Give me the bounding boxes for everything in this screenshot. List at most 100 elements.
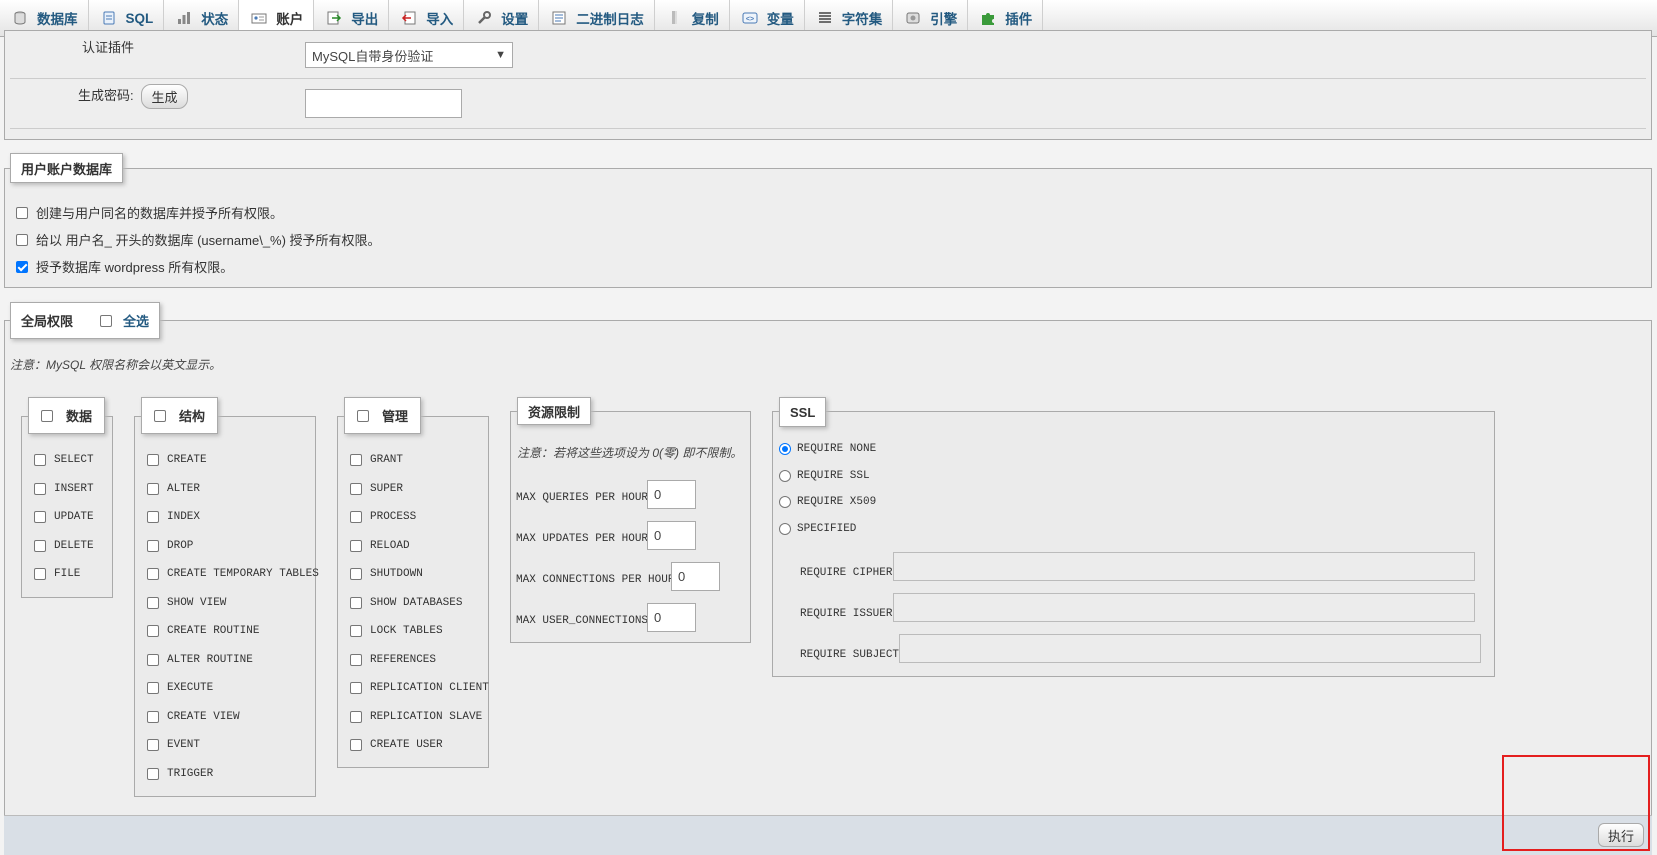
privilege-item-checkbox[interactable] xyxy=(147,682,159,694)
privilege-item[interactable]: GRANT xyxy=(350,454,403,466)
privilege-item-checkbox[interactable] xyxy=(147,596,159,609)
privilege-item-checkbox[interactable] xyxy=(34,539,46,552)
privilege-item-checkbox[interactable] xyxy=(147,511,159,523)
privilege-item[interactable]: TRIGGER xyxy=(147,767,213,780)
privilege-item[interactable]: DELETE xyxy=(34,539,94,552)
privilege-item[interactable]: CREATE TEMPORARY TABLES xyxy=(147,568,319,580)
privilege-item[interactable]: PROCESS xyxy=(350,511,416,523)
privilege-item-label: LOCK TABLES xyxy=(370,625,443,637)
limit-input[interactable]: 0 xyxy=(671,562,720,591)
privilege-item-checkbox[interactable] xyxy=(34,454,46,466)
user-db-option-checkbox[interactable] xyxy=(16,206,28,219)
privilege-item[interactable]: SELECT xyxy=(34,454,94,466)
user-db-option[interactable]: 创建与用户同名的数据库并授予所有权限。 xyxy=(16,203,283,222)
ssl-option[interactable]: REQUIRE X509 xyxy=(779,496,876,508)
admin-select-all-checkbox[interactable] xyxy=(357,409,369,422)
privilege-item-checkbox[interactable] xyxy=(350,511,362,523)
ssl-field-input[interactable] xyxy=(893,593,1475,622)
privilege-item-checkbox[interactable] xyxy=(147,539,159,552)
privilege-item-checkbox[interactable] xyxy=(34,568,46,580)
privilege-item[interactable]: CREATE VIEW xyxy=(147,710,240,723)
privilege-item-checkbox[interactable] xyxy=(34,482,46,495)
privilege-item[interactable]: CREATE xyxy=(147,454,207,466)
privilege-item-checkbox[interactable] xyxy=(350,710,362,723)
privilege-item-checkbox[interactable] xyxy=(350,539,362,552)
privilege-item[interactable]: LOCK TABLES xyxy=(350,625,443,637)
select-all-checkbox[interactable] xyxy=(100,314,113,327)
privilege-item-label: EXECUTE xyxy=(167,682,214,694)
privilege-item-checkbox[interactable] xyxy=(350,653,362,666)
privilege-item-checkbox[interactable] xyxy=(147,482,159,495)
ssl-option[interactable]: REQUIRE SSL xyxy=(779,469,870,482)
privilege-item-checkbox[interactable] xyxy=(34,511,46,523)
user-db-option[interactable]: 给以 用户名_ 开头的数据库 (username\_%) 授予所有权限。 xyxy=(16,230,381,249)
privilege-item-label: SHOW VIEW xyxy=(167,596,227,609)
privilege-item[interactable]: INDEX xyxy=(147,511,200,523)
privilege-item[interactable]: SUPER xyxy=(350,482,403,495)
privilege-item-checkbox[interactable] xyxy=(147,568,159,580)
privilege-item-checkbox[interactable] xyxy=(350,682,362,694)
chevron-down-icon: ▼ xyxy=(495,49,506,61)
limit-label: MAX USER_CONNECTIONS xyxy=(516,615,649,627)
ssl-field-input[interactable] xyxy=(893,552,1475,581)
data-select-all-checkbox[interactable] xyxy=(41,409,53,422)
divider xyxy=(10,128,1646,129)
privilege-item[interactable]: ALTER xyxy=(147,482,200,495)
privilege-item-label: SELECT xyxy=(54,454,94,466)
privilege-item-checkbox[interactable] xyxy=(350,739,362,751)
privilege-item[interactable]: ALTER ROUTINE xyxy=(147,653,253,666)
privilege-item[interactable]: REPLICATION SLAVE xyxy=(350,710,482,723)
privilege-item[interactable]: FILE xyxy=(34,568,80,580)
privilege-item[interactable]: REPLICATION CLIENT xyxy=(350,682,489,694)
privilege-item-checkbox[interactable] xyxy=(147,454,159,466)
privilege-item[interactable]: REFERENCES xyxy=(350,653,436,666)
privilege-item-checkbox[interactable] xyxy=(147,739,159,751)
limit-input[interactable]: 0 xyxy=(647,480,696,509)
privilege-item[interactable]: SHUTDOWN xyxy=(350,568,423,580)
privilege-item[interactable]: DROP xyxy=(147,539,193,552)
privilege-item[interactable]: SHOW DATABASES xyxy=(350,596,462,609)
structure-select-all-checkbox[interactable] xyxy=(154,409,166,422)
ssl-radio[interactable] xyxy=(779,522,791,535)
ssl-option[interactable]: SPECIFIED xyxy=(779,522,856,535)
privilege-item[interactable]: UPDATE xyxy=(34,511,94,523)
privilege-item-checkbox[interactable] xyxy=(350,454,362,466)
user-db-option-checkbox[interactable] xyxy=(16,233,28,246)
privilege-item[interactable]: INSERT xyxy=(34,482,94,495)
privilege-item-checkbox[interactable] xyxy=(350,482,362,495)
ssl-radio[interactable] xyxy=(779,443,791,455)
privilege-item[interactable]: EVENT xyxy=(147,739,200,751)
privilege-item-label: REPLICATION CLIENT xyxy=(370,682,489,694)
user-db-option-checkbox[interactable] xyxy=(16,260,28,273)
limit-label: MAX QUERIES PER HOUR xyxy=(516,492,649,504)
privilege-item[interactable]: CREATE USER xyxy=(350,739,443,751)
privilege-item-checkbox[interactable] xyxy=(350,568,362,580)
privilege-item[interactable]: CREATE ROUTINE xyxy=(147,625,259,637)
privilege-item-label: CREATE xyxy=(167,454,207,466)
privilege-item-checkbox[interactable] xyxy=(147,710,159,723)
data-privileges-title: 数据 xyxy=(66,409,93,424)
generated-password-field[interactable] xyxy=(305,89,462,118)
generate-password-button[interactable]: 生成 xyxy=(141,84,188,109)
privilege-item-checkbox[interactable] xyxy=(350,625,362,637)
privilege-item-checkbox[interactable] xyxy=(350,596,362,609)
select-all-label[interactable]: 全选 xyxy=(123,311,149,330)
limit-input[interactable]: 0 xyxy=(647,521,696,550)
database-icon xyxy=(12,10,28,26)
tab-label: 变量 xyxy=(766,12,794,27)
privilege-item-checkbox[interactable] xyxy=(147,767,159,780)
privilege-item-checkbox[interactable] xyxy=(147,625,159,637)
variables-icon: <> xyxy=(742,10,758,26)
ssl-radio[interactable] xyxy=(779,469,791,482)
auth-plugin-select[interactable]: MySQL自带身份验证 ▼ xyxy=(305,42,513,68)
privilege-item[interactable]: RELOAD xyxy=(350,539,410,552)
privilege-item-checkbox[interactable] xyxy=(147,653,159,666)
limit-input[interactable]: 0 xyxy=(647,603,696,632)
privilege-item[interactable]: SHOW VIEW xyxy=(147,596,227,609)
privilege-item[interactable]: EXECUTE xyxy=(147,682,213,694)
ssl-field-input[interactable] xyxy=(899,634,1481,663)
ssl-radio[interactable] xyxy=(779,496,791,508)
tab-label: 二进制日志 xyxy=(576,12,644,27)
ssl-option[interactable]: REQUIRE NONE xyxy=(779,443,876,455)
user-db-option[interactable]: 授予数据库 wordpress 所有权限。 xyxy=(16,257,233,276)
